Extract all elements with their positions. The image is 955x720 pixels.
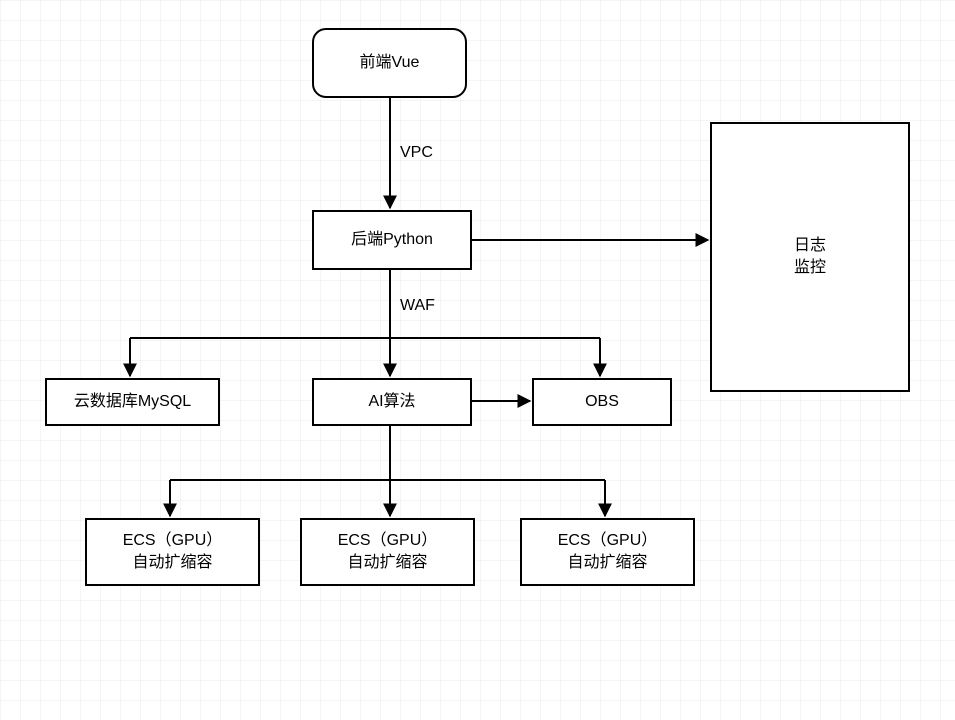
edge-label-waf: WAF (400, 297, 435, 315)
node-ecs1: ECS（GPU） 自动扩缩容 (85, 518, 260, 586)
node-obs-label: OBS (585, 391, 619, 413)
node-ecs1-line1: ECS（GPU） (123, 530, 223, 552)
node-frontend-label: 前端Vue (360, 52, 420, 74)
edge-label-vpc: VPC (400, 144, 433, 162)
node-log-monitor-line1: 日志 (794, 235, 826, 257)
node-backend: 后端Python (312, 210, 472, 270)
node-ecs2-line1: ECS（GPU） (338, 530, 438, 552)
node-ecs2: ECS（GPU） 自动扩缩容 (300, 518, 475, 586)
node-log-monitor: 日志 监控 (710, 122, 910, 392)
node-ecs3-line1: ECS（GPU） (558, 530, 658, 552)
node-ai-label: AI算法 (368, 391, 415, 413)
node-db: 云数据库MySQL (45, 378, 220, 426)
node-frontend: 前端Vue (312, 28, 467, 98)
node-log-monitor-line2: 监控 (794, 257, 826, 279)
node-obs: OBS (532, 378, 672, 426)
node-ecs1-line2: 自动扩缩容 (132, 552, 212, 574)
node-backend-label: 后端Python (351, 229, 433, 251)
node-ecs2-line2: 自动扩缩容 (347, 552, 427, 574)
node-db-label: 云数据库MySQL (74, 391, 191, 413)
node-ecs3-line2: 自动扩缩容 (567, 552, 647, 574)
diagram-canvas: 前端Vue 后端Python 日志 监控 云数据库MySQL AI算法 OBS … (0, 0, 955, 720)
node-ecs3: ECS（GPU） 自动扩缩容 (520, 518, 695, 586)
node-ai: AI算法 (312, 378, 472, 426)
